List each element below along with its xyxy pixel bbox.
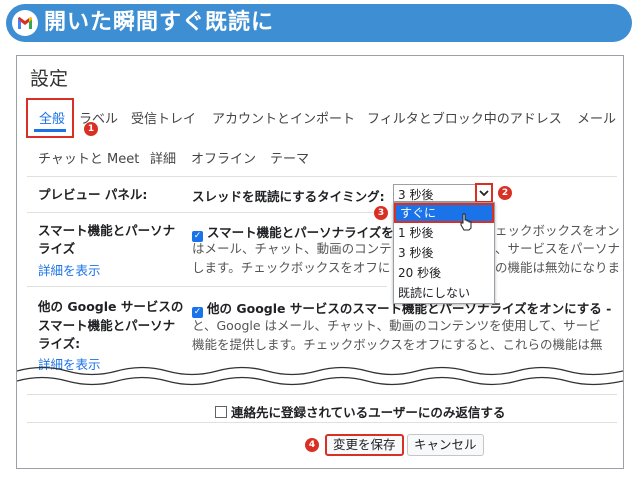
smart-features-text-tail: ェックボックスをオン [495,223,620,238]
step-badge-4: 4 [305,438,319,452]
tab-accounts-import[interactable]: アカウントとインポート [212,108,355,127]
tab-mail[interactable]: メール [577,108,616,127]
step-badge-3: 3 [374,206,388,220]
tab-active-indicator [34,129,66,132]
divider [27,394,617,395]
mark-read-dropdown-list: すぐに 1 秒後 3 秒後 20 秒後 既読にしない [393,202,495,304]
smart-features-checkbox[interactable]: ✓ スマート機能とパーソナライズを [192,222,394,242]
smart-features-details-link[interactable]: 詳細を表示 [38,260,101,279]
page-title: 設定 [30,68,69,90]
cancel-button[interactable]: キャンセル [407,434,484,456]
divider [27,176,617,177]
gmail-logo-icon [12,10,38,36]
smart-features-label-line1: スマート機能とパーソナ [38,223,176,238]
banner: 開いた瞬間すぐ既読に [6,4,632,42]
step-badge-2: 2 [498,186,512,200]
smart-features-label-line2: ライズ [38,241,76,256]
tab-chat-meet[interactable]: チャットと Meet [38,148,139,167]
tab-general[interactable]: 全般 [26,98,74,138]
chevron-down-icon [479,190,489,197]
dropdown-option-1s[interactable]: 1 秒後 [394,223,494,243]
tab-general-label: 全般 [39,112,66,127]
tab-inbox[interactable]: 受信トレイ [131,108,196,127]
divider [27,286,387,287]
hand-cursor-icon [460,213,472,231]
smart-features-checkbox-label: スマート機能とパーソナライズを [207,225,394,240]
save-changes-button[interactable]: 変更を保存 [325,434,404,456]
smart-features-desc-tail: 、サービスをパーソナ [495,241,621,256]
google-services-desc: 機能を提供します。チェックボックスをオフにすると、これらの機能は無 [192,337,603,352]
torn-page-divider [17,366,623,386]
dropdown-option-20s[interactable]: 20 秒後 [394,263,494,283]
divider [27,212,387,213]
google-services-label-line2: スマート機能とパーソナ [38,318,176,333]
dropdown-option-immediately[interactable]: すぐに [394,203,494,223]
tab-themes[interactable]: テーマ [270,148,309,167]
contacts-only-checkbox[interactable]: 連絡先に登録されているユーザーにのみ返信する [215,402,505,421]
preview-pane-label: プレビュー パネル: [38,187,148,202]
smart-features-desc-tail: の機能は無効になりま [495,260,621,275]
checkbox-unchecked-icon [215,406,227,418]
tab-advanced[interactable]: 詳細 [150,148,176,167]
divider [27,422,617,423]
smart-features-desc: します。チェックボックスをオフに [192,260,391,275]
contacts-only-label: 連絡先に登録されているユーザーにのみ返信する [231,405,506,420]
dropdown-option-3s[interactable]: 3 秒後 [394,243,494,263]
dropdown-option-never[interactable]: 既読にしない [394,283,494,303]
google-services-label-line3: ライズ: [38,336,81,351]
tab-labels[interactable]: ラベル [79,108,118,127]
mark-read-timing-label: スレッドを既読にするタイミング: [192,189,385,204]
tab-offline[interactable]: オフライン [191,148,256,167]
banner-title: 開いた瞬間すぐ既読に [44,10,275,35]
tab-filters-blocked[interactable]: フィルタとブロック中のアドレス [367,108,562,127]
mark-read-select-value: 3 秒後 [398,188,434,202]
google-services-desc: と、Google はメール、チャット、動画のコンテンツを使用して、サービ [192,318,601,333]
smart-features-desc: はメール、チャット、動画のコンテン [192,241,405,256]
select-dropdown-button[interactable] [475,183,493,203]
settings-panel: 設定 全般 1 ラベル 受信トレイ アカウントとインポート フィルタとブロック中… [16,55,624,469]
google-services-label-line1: 他の Google サービスの [38,299,184,314]
